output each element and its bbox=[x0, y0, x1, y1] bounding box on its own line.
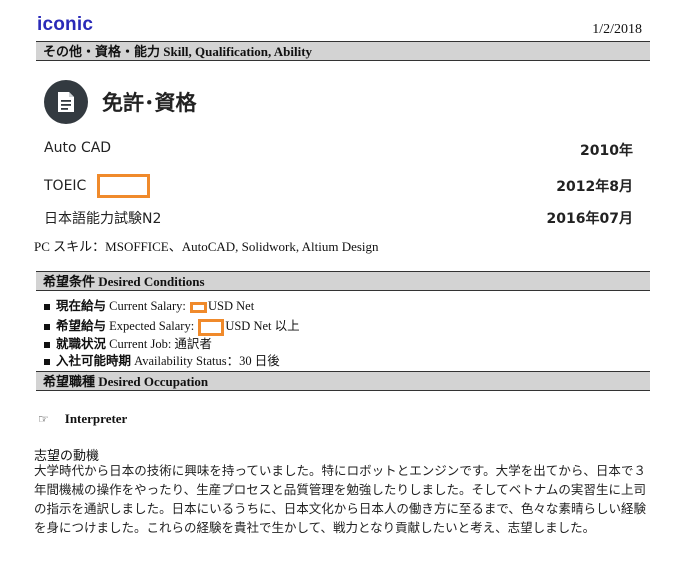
label-en: Availability Status： bbox=[134, 354, 240, 368]
label-jp: 現在給与 bbox=[56, 299, 107, 313]
section-header-conditions: 希望条件 Desired Conditions bbox=[36, 271, 650, 291]
label-jp: 希望給与 bbox=[56, 319, 107, 333]
redaction-box bbox=[96, 174, 150, 198]
license-year: 2012年8月 bbox=[556, 179, 633, 195]
label-jp: 入社可能時期 bbox=[56, 354, 132, 368]
occupation-item: ☞ Interpreter bbox=[38, 411, 127, 427]
value: USD Net 以上 bbox=[225, 319, 300, 333]
document-icon bbox=[44, 80, 88, 124]
licenses-title: 免許･資格 bbox=[102, 91, 197, 115]
pc-skills: PC スキル：MSOFFICE、AutoCAD, Solidwork, Alti… bbox=[34, 239, 379, 254]
bullet-icon bbox=[44, 342, 50, 349]
document-date: 1/2/2018 bbox=[592, 22, 642, 37]
value: 30 日後 bbox=[239, 354, 280, 368]
license-year: 2010年 bbox=[580, 143, 633, 159]
license-row: TOEIC 2012年8月 bbox=[44, 174, 633, 198]
license-year: 2016年07月 bbox=[546, 211, 633, 227]
bullet-icon bbox=[44, 324, 50, 331]
occupation-value: Interpreter bbox=[64, 411, 128, 426]
motive-body: 大学時代から日本の技術に興味を持っていました。特にロボットとエンジンです。大学を… bbox=[34, 463, 646, 535]
license-name: TOEIC bbox=[44, 178, 87, 194]
redaction-box bbox=[189, 301, 207, 313]
value: 通訳者 bbox=[174, 337, 212, 351]
label-en: Current Job: bbox=[109, 337, 172, 351]
license-row: 日本語能力試験N2 2016年07月 bbox=[44, 208, 633, 228]
license-name: Auto CAD bbox=[44, 140, 112, 156]
section-header-skills: その他・資格・能力 Skill, Qualification, Ability bbox=[36, 41, 650, 61]
label-en: Expected Salary: bbox=[109, 319, 195, 333]
value: USD Net bbox=[207, 299, 255, 313]
label-en: Current Salary: bbox=[109, 299, 186, 313]
availability-row: 入社可能時期 Availability Status：30 日後 bbox=[44, 350, 280, 369]
pointing-hand-icon: ☞ bbox=[38, 412, 49, 426]
license-name: 日本語能力試験N2 bbox=[44, 211, 162, 227]
bullet-icon bbox=[44, 359, 50, 366]
license-row: Auto CAD 2010年 bbox=[44, 140, 633, 159]
label-jp: 就職状況 bbox=[56, 337, 107, 351]
company-logo: iconic bbox=[37, 14, 94, 35]
bullet-icon bbox=[44, 304, 50, 311]
current-salary-row: 現在給与 Current Salary: USD Net bbox=[44, 295, 254, 314]
section-header-occupation: 希望職種 Desired Occupation bbox=[36, 371, 650, 391]
